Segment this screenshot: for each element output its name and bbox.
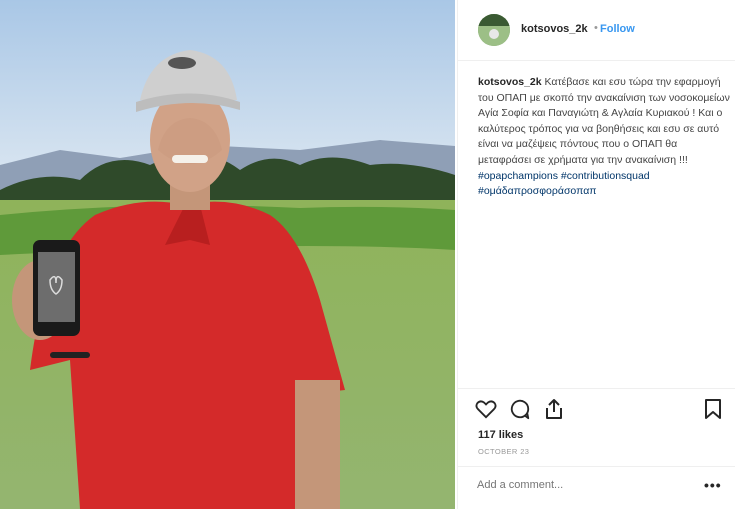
caption-text: Κατέβασε και εσυ τώρα την εφαρμογή του Ο… [478, 76, 730, 166]
share-icon[interactable] [544, 398, 564, 425]
action-bar [458, 388, 735, 429]
more-options-button[interactable]: ••• [704, 477, 722, 493]
post-header: kotsovos_2k • Follow [458, 0, 735, 61]
hashtag[interactable]: #contributionsquad [561, 170, 650, 182]
hashtag[interactable]: #ομάδαπροσφοράσοπαπ [478, 185, 597, 197]
comment-input[interactable] [477, 479, 697, 491]
bookmark-icon[interactable] [704, 398, 722, 425]
post-panel: kotsovos_2k • Follow kotsovos_2k Κατέβασ… [457, 0, 735, 509]
likes-count[interactable]: 117 likes [478, 429, 523, 441]
post-date: OCTOBER 23 [478, 447, 530, 456]
post-caption: kotsovos_2k Κατέβασε και εσυ τώρα την εφ… [478, 75, 730, 200]
hashtag[interactable]: #opapchampions [478, 170, 558, 182]
comment-bar: ••• [458, 466, 735, 510]
username-link[interactable]: kotsovos_2k [521, 23, 588, 35]
follow-button[interactable]: Follow [600, 23, 635, 35]
golfer-photo [0, 0, 455, 509]
caption-username[interactable]: kotsovos_2k [478, 76, 542, 88]
avatar[interactable] [478, 14, 510, 46]
heart-icon[interactable] [475, 399, 497, 424]
separator-dot: • [594, 22, 598, 34]
post-photo [0, 0, 455, 509]
comment-icon[interactable] [509, 398, 531, 425]
